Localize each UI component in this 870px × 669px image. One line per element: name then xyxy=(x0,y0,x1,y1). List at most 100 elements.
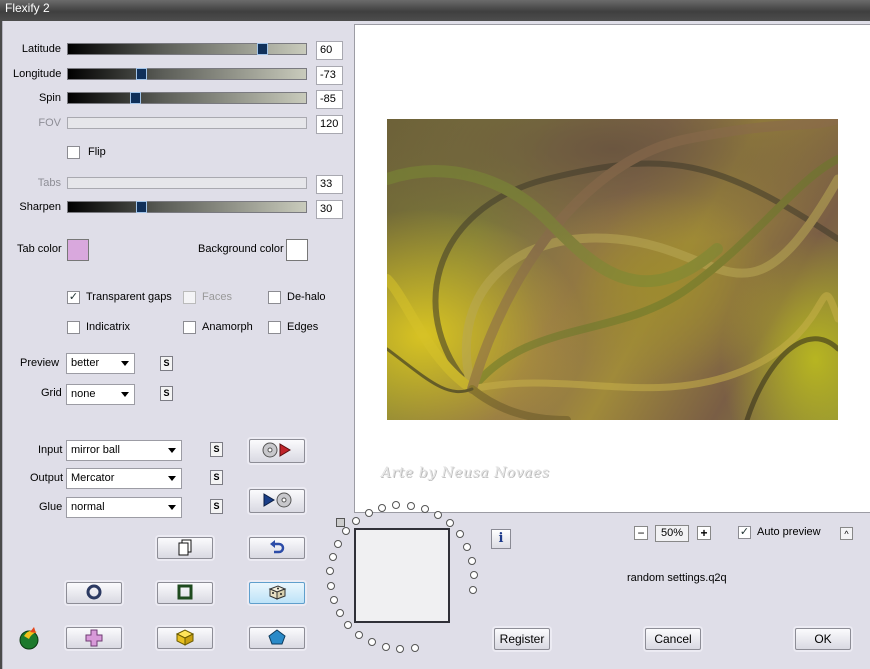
plus-shape-button[interactable] xyxy=(66,627,122,649)
navigator-dial-dot[interactable] xyxy=(470,571,478,579)
navigator-dial-dot[interactable] xyxy=(434,511,442,519)
navigator-dial-dot[interactable] xyxy=(392,501,400,509)
navigator-dial-dot[interactable] xyxy=(411,644,419,652)
latitude-value[interactable]: 60 xyxy=(316,41,343,60)
output-projection-select[interactable]: Mercator xyxy=(66,468,182,489)
input-projection-select[interactable]: mirror ball xyxy=(66,440,182,461)
longitude-slider[interactable] xyxy=(67,68,307,80)
spin-slider[interactable] xyxy=(67,92,307,104)
chevron-down-icon xyxy=(121,392,129,397)
latitude-slider-thumb[interactable] xyxy=(257,43,268,55)
spin-value[interactable]: -85 xyxy=(316,90,343,109)
background-color-swatch[interactable] xyxy=(286,239,308,261)
preview-label: Preview xyxy=(20,357,60,369)
longitude-slider-thumb[interactable] xyxy=(136,68,147,80)
latitude-slider[interactable] xyxy=(67,43,307,55)
flip-checkbox[interactable] xyxy=(67,146,80,159)
navigator-dial-dot[interactable] xyxy=(378,504,386,512)
grid-s-button[interactable]: S xyxy=(160,386,173,401)
longitude-value[interactable]: -73 xyxy=(316,66,343,85)
settings-file-name: random settings.q2q xyxy=(627,572,727,584)
latitude-label: Latitude xyxy=(21,43,61,55)
tabs-slider xyxy=(67,177,307,189)
grid-value: none xyxy=(71,388,96,400)
circle-shape-icon xyxy=(86,584,102,600)
edges-checkbox[interactable] xyxy=(268,321,281,334)
app-logo-icon[interactable] xyxy=(17,625,43,651)
output-s-button[interactable]: S xyxy=(210,470,223,485)
sharpen-slider-thumb[interactable] xyxy=(136,201,147,213)
grid-select[interactable]: none xyxy=(66,384,135,405)
tabs-value: 33 xyxy=(316,175,343,194)
navigator-dial-dot[interactable] xyxy=(446,519,454,527)
de-halo-checkbox[interactable] xyxy=(268,291,281,304)
fov-slider xyxy=(67,117,307,129)
navigator-dial-dot[interactable] xyxy=(382,643,390,651)
auto-preview-label: Auto preview xyxy=(757,526,821,538)
auto-preview-checkbox[interactable]: ✓ xyxy=(738,526,751,539)
indicatrix-checkbox[interactable] xyxy=(67,321,80,334)
window-title: Flexify 2 xyxy=(5,1,50,15)
navigator-dial-dot[interactable] xyxy=(344,621,352,629)
sharpen-value[interactable]: 30 xyxy=(316,200,343,219)
cancel-button[interactable]: Cancel xyxy=(645,628,701,650)
navigator-thumbnail[interactable] xyxy=(354,528,450,623)
copy-button[interactable] xyxy=(157,537,213,559)
navigator-dial-dot[interactable] xyxy=(342,527,350,535)
input-label: Input xyxy=(38,444,63,456)
transparent-gaps-label: Transparent gaps xyxy=(86,291,172,303)
navigator-dial-dot[interactable] xyxy=(326,567,334,575)
glue-s-button[interactable]: S xyxy=(210,499,223,514)
collapse-button[interactable]: ^ xyxy=(840,527,853,540)
transparent-gaps-checkbox[interactable]: ✓ xyxy=(67,291,80,304)
navigator-dial-dot[interactable] xyxy=(468,557,476,565)
pentagon-shape-button[interactable] xyxy=(249,627,305,649)
navigator-dial-dot[interactable] xyxy=(469,586,477,594)
preview-s-button[interactable]: S xyxy=(160,356,173,371)
navigator-dial-dot[interactable] xyxy=(421,505,429,513)
navigator-dial-dot[interactable] xyxy=(407,502,415,510)
anamorph-checkbox[interactable] xyxy=(183,321,196,334)
navigator-dial-dot[interactable] xyxy=(396,645,404,653)
preview-canvas[interactable]: Arte by Neusa Novaes xyxy=(354,24,870,513)
preview-quality-select[interactable]: better xyxy=(66,353,135,374)
flexify-dialog: Latitude 60 Longitude -73 Spin -85 FOV 1… xyxy=(2,21,870,669)
preview-quality-value: better xyxy=(71,357,100,369)
navigator-dial-dot[interactable] xyxy=(368,638,376,646)
tabs-label: Tabs xyxy=(37,177,61,189)
sharpen-slider[interactable] xyxy=(67,201,307,213)
ok-button[interactable]: OK xyxy=(795,628,851,650)
zoom-out-button[interactable]: − xyxy=(634,526,648,540)
load-input-button[interactable] xyxy=(249,439,305,463)
register-button[interactable]: Register xyxy=(494,628,550,650)
navigator-dial-dot[interactable] xyxy=(355,631,363,639)
randomize-button[interactable] xyxy=(249,582,305,604)
navigator-handle[interactable] xyxy=(336,518,345,527)
zoom-in-button[interactable]: + xyxy=(697,526,711,540)
undo-button[interactable] xyxy=(249,537,305,559)
spin-slider-thumb[interactable] xyxy=(130,92,141,104)
spin-label: Spin xyxy=(38,92,61,104)
output-label: Output xyxy=(30,472,64,484)
navigator-dial-dot[interactable] xyxy=(456,530,464,538)
navigator-dial-dot[interactable] xyxy=(336,609,344,617)
navigator-dial-dot[interactable] xyxy=(334,540,342,548)
navigator-dial-dot[interactable] xyxy=(330,596,338,604)
circle-shape-button[interactable] xyxy=(66,582,122,604)
square-shape-icon xyxy=(177,584,193,600)
square-shape-button[interactable] xyxy=(157,582,213,604)
navigator-dial-dot[interactable] xyxy=(365,509,373,517)
navigator-dial-dot[interactable] xyxy=(463,543,471,551)
fov-label: FOV xyxy=(38,117,61,129)
de-halo-label: De-halo xyxy=(287,291,326,303)
info-button[interactable]: i xyxy=(491,529,511,549)
box-3d-button[interactable] xyxy=(157,627,213,649)
navigator-dial-dot[interactable] xyxy=(329,553,337,561)
save-output-button[interactable] xyxy=(249,489,305,513)
input-s-button[interactable]: S xyxy=(210,442,223,457)
tab-color-swatch[interactable] xyxy=(67,239,89,261)
navigator-dial-dot[interactable] xyxy=(352,517,360,525)
fov-value: 120 xyxy=(316,115,343,134)
glue-select[interactable]: normal xyxy=(66,497,182,518)
navigator-dial-dot[interactable] xyxy=(327,582,335,590)
